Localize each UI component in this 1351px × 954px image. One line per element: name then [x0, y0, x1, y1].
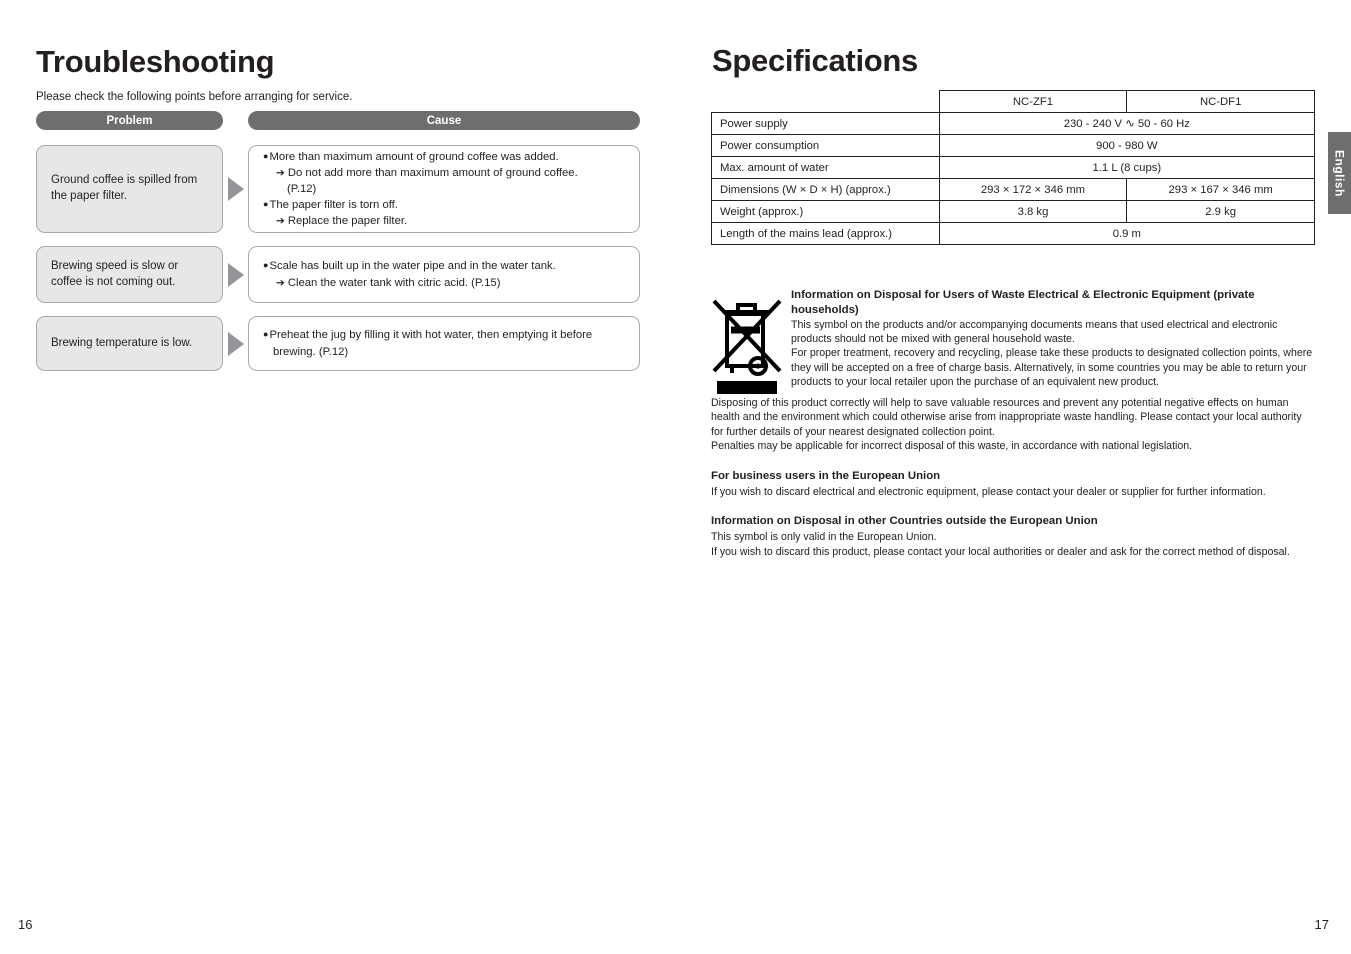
- spec-label: Weight (approx.): [711, 200, 940, 223]
- column-header-cause: Cause: [248, 111, 640, 130]
- page-title: Specifications: [712, 43, 918, 78]
- cause-page-ref: (P.12): [287, 182, 317, 195]
- weee-business-text: If you wish to discard electrical and el…: [711, 485, 1266, 498]
- spec-value: 2.9 kg: [1126, 200, 1315, 223]
- spec-label: Power consumption: [711, 134, 940, 157]
- specifications-table: NC-ZF1 NC-DF1 Power supply 230 - 240 V ∿…: [711, 90, 1316, 245]
- page-number-right: 17: [1314, 917, 1329, 932]
- cause-item: More than maximum amount of ground coffe…: [263, 149, 627, 197]
- problem-cell: Ground coffee is spilled from the paper …: [36, 145, 223, 233]
- page-right-specifications: Specifications NC-ZF1 NC-DF1 Power suppl…: [676, 0, 1351, 954]
- cause-cell: Preheat the jug by filling it with hot w…: [248, 316, 640, 371]
- arrow-right-icon: [223, 246, 248, 303]
- spec-value: 1.1 L (8 cups): [938, 156, 1316, 179]
- spec-value: 293 × 167 × 346 mm: [1126, 178, 1315, 201]
- weee-business-users-section: For business users in the European Union…: [711, 469, 1315, 499]
- weee-top-section: Information on Disposal for Users of Was…: [711, 288, 1315, 396]
- cause-cell: More than maximum amount of ground coffe…: [248, 145, 640, 233]
- column-headers: Problem Cause: [36, 111, 640, 130]
- language-side-tab-label: English: [1332, 149, 1347, 197]
- table-row: Brewing temperature is low. Preheat the …: [36, 316, 640, 371]
- weee-outside-eu-text-2: If you wish to discard this product, ple…: [711, 545, 1290, 558]
- page-title: Troubleshooting: [36, 44, 275, 79]
- spec-label: Power supply: [711, 112, 940, 135]
- problem-cell: Brewing temperature is low.: [36, 316, 223, 371]
- spec-label: Max. amount of water: [711, 156, 940, 179]
- cause-item: Preheat the jug by filling it with hot w…: [263, 327, 627, 359]
- weee-disposal-block: Information on Disposal for Users of Was…: [711, 288, 1315, 559]
- table-row: Length of the mains lead (approx.) 0.9 m: [711, 222, 1316, 245]
- cause-item: Scale has built up in the water pipe and…: [263, 258, 627, 290]
- weee-business-heading: For business users in the European Union: [711, 469, 941, 482]
- arrow-right-icon: [223, 145, 248, 233]
- table-row: Ground coffee is spilled from the paper …: [36, 145, 640, 233]
- header-blank: [711, 90, 940, 113]
- troubleshooting-rows: Ground coffee is spilled from the paper …: [36, 145, 640, 384]
- cause-action-text: Clean the water tank with citric acid. (…: [274, 275, 627, 291]
- arrow-right-icon: [223, 316, 248, 371]
- weee-heading-and-paras: Information on Disposal for Users of Was…: [711, 288, 1315, 389]
- cause-item: The paper filter is torn off. Replace th…: [263, 197, 627, 229]
- page-subtitle: Please check the following points before…: [36, 91, 353, 103]
- page-left-troubleshooting: Troubleshooting Please check the followi…: [0, 0, 676, 954]
- spec-value: 293 × 172 × 346 mm: [938, 178, 1128, 201]
- manual-page-spread: Troubleshooting Please check the followi…: [0, 0, 1351, 954]
- cause-bullet-text: Preheat the jug by filling it with hot w…: [263, 327, 627, 359]
- page-number-left: 16: [18, 917, 33, 932]
- cause-bullet-text: The paper filter is torn off.: [263, 197, 627, 213]
- weee-paragraph-1: This symbol on the products and/or accom…: [791, 319, 1278, 346]
- spec-label: Dimensions (W × D × H) (approx.): [711, 178, 940, 201]
- weee-paragraph-4: Penalties may be applicable for incorrec…: [711, 440, 1193, 453]
- weee-heading: Information on Disposal for Users of Was…: [791, 289, 1255, 317]
- column-header-model-2: NC-DF1: [1126, 90, 1315, 113]
- cause-cell: Scale has built up in the water pipe and…: [248, 246, 640, 303]
- table-row: Brewing speed is slow or coffee is not c…: [36, 246, 640, 303]
- language-side-tab: English: [1328, 132, 1351, 214]
- column-header-problem: Problem: [36, 111, 223, 130]
- table-row: Power consumption 900 - 980 W: [711, 134, 1316, 157]
- weee-outside-eu-text-1: This symbol is only valid in the Europea…: [711, 531, 937, 544]
- cause-bullet-text: More than maximum amount of ground coffe…: [263, 149, 627, 165]
- crossed-out-wheeled-bin-icon: [711, 288, 783, 394]
- spec-label: Length of the mains lead (approx.): [711, 222, 940, 245]
- weee-paragraph-2: For proper treatment, recovery and recyc…: [791, 347, 1313, 388]
- column-header-model-1: NC-ZF1: [938, 90, 1128, 113]
- cause-action-text: Do not add more than maximum amount of g…: [274, 165, 627, 181]
- weee-outside-eu-heading: Information on Disposal in other Countri…: [711, 515, 1098, 528]
- spec-value: 3.8 kg: [938, 200, 1128, 223]
- table-header-row: NC-ZF1 NC-DF1: [711, 90, 1315, 113]
- table-row: Power supply 230 - 240 V ∿ 50 - 60 Hz: [711, 112, 1316, 135]
- cause-bullet-text: Scale has built up in the water pipe and…: [263, 258, 627, 274]
- weee-outside-eu-section: Information on Disposal in other Countri…: [711, 514, 1315, 559]
- table-row: Max. amount of water 1.1 L (8 cups): [711, 156, 1316, 179]
- table-row: Dimensions (W × D × H) (approx.) 293 × 1…: [711, 178, 1315, 201]
- problem-cell: Brewing speed is slow or coffee is not c…: [36, 246, 223, 303]
- spec-value: 230 - 240 V ∿ 50 - 60 Hz: [938, 112, 1316, 135]
- spec-value: 0.9 m: [938, 222, 1316, 245]
- cause-action-text: Replace the paper filter.: [274, 213, 627, 229]
- table-row: Weight (approx.) 3.8 kg 2.9 kg: [711, 200, 1315, 223]
- spec-value: 900 - 980 W: [938, 134, 1316, 157]
- weee-paragraph-3: Disposing of this product correctly will…: [711, 397, 1302, 438]
